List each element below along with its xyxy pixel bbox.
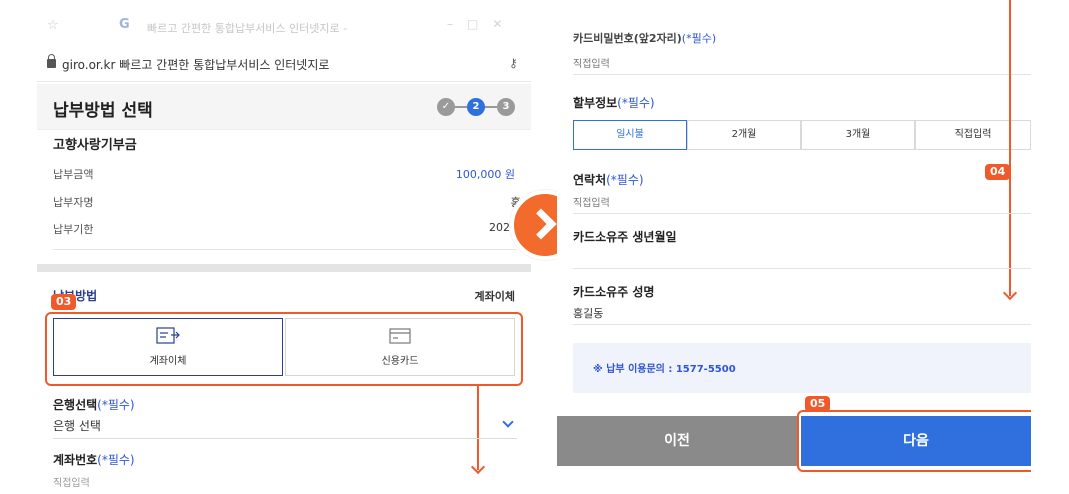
flow-arrow-line [477, 386, 479, 470]
installment-option-lump-sum[interactable]: 일시불 [573, 120, 687, 150]
section-divider [37, 264, 531, 272]
required-mark: (*필수) [97, 453, 135, 467]
contact-label-text: 연락처 [573, 173, 607, 187]
required-mark: (*필수) [681, 32, 717, 45]
favicon: G [119, 17, 130, 32]
right-screen: 카드비밀번호(앞2자리)(*필수) 직접입력 할부정보(*필수) 일시불 2개월… [557, 0, 1031, 494]
url-text: giro.or.kr 빠르고 간편한 통합납부서비스 인터넷지로 [62, 58, 330, 72]
chevron-down-icon[interactable] [502, 416, 514, 428]
required-mark: (*필수) [606, 173, 644, 187]
pin-icon[interactable]: ☆ [47, 18, 59, 33]
info-box: ※ 납부 이용문의 : 1577-5500 [573, 343, 1031, 393]
step-current: 2 [467, 98, 485, 116]
address-bar[interactable]: giro.or.kr 빠르고 간편한 통합납부서비스 인터넷지로 ⚷ [37, 48, 531, 82]
amount-label: 납부금액 [53, 168, 94, 181]
arrow-down-icon [470, 459, 486, 475]
credit-card-icon [389, 328, 411, 344]
payer-label: 납부자명 [53, 196, 94, 209]
installment-label: 할부정보(*필수) [573, 94, 655, 111]
flow-arrow-line [1009, 0, 1011, 296]
left-screen: ☆ G 빠르고 간편한 통합납부서비스 인터넷지로 - –□✕ giro.or.… [37, 8, 531, 494]
page-header: 납부방법 선택 ✓ 2 3 [37, 84, 531, 130]
option-credit-card[interactable]: 신용카드 [285, 318, 515, 376]
divider [53, 249, 517, 250]
installment-option-custom[interactable]: 직접입력 [915, 120, 1031, 150]
contact-label: 연락처(*필수) [573, 171, 644, 188]
birth-label: 카드소유주 생년월일 [573, 230, 677, 244]
payment-method-value: 계좌이체 [474, 290, 515, 303]
option-label: 계좌이체 [149, 356, 187, 367]
bank-label: 은행선택(*필수) [53, 396, 135, 413]
info-text: ※ 납부 이용문의 : 1577-5500 [593, 364, 736, 375]
window-title: 빠르고 간편한 통합납부서비스 인터넷지로 - [147, 22, 348, 35]
window-titlebar: ☆ G 빠르고 간편한 통합납부서비스 인터넷지로 - –□✕ [37, 8, 531, 48]
contact-input[interactable]: 직접입력 [573, 194, 610, 209]
chevron-right-icon [525, 208, 557, 240]
account-label: 계좌번호(*필수) [53, 451, 135, 468]
card-password-input[interactable]: 직접입력 [573, 55, 610, 70]
bank-transfer-icon [156, 327, 180, 344]
key-icon[interactable]: ⚷ [509, 56, 518, 70]
required-mark: (*필수) [97, 398, 135, 412]
step-badge-03: 03 [51, 294, 77, 310]
step-badge-04: 04 [985, 164, 1011, 180]
page-title: 납부방법 선택 [53, 101, 153, 121]
installment-option-3-months[interactable]: 3개월 [801, 120, 915, 150]
owner-input[interactable]: 홍길동 [573, 305, 603, 321]
divider [573, 213, 1031, 214]
amount-value: 100,000 원 [455, 168, 515, 181]
card-password-label-text: 카드비밀번호(앞2자리) [573, 32, 682, 45]
divider [573, 324, 1031, 325]
divider [573, 268, 1031, 269]
installment-option-2-months[interactable]: 2개월 [687, 120, 801, 150]
account-label-text: 계좌번호 [53, 453, 98, 467]
lock-icon [47, 54, 56, 68]
bank-select-underline [53, 438, 517, 439]
bank-label-text: 은행선택 [53, 398, 98, 412]
step-done-icon: ✓ [437, 98, 455, 116]
card-password-label: 카드비밀번호(앞2자리)(*필수) [573, 30, 716, 46]
required-mark: (*필수) [617, 96, 655, 110]
divider [573, 74, 1031, 75]
step-next: 3 [497, 98, 515, 116]
option-label: 신용카드 [381, 356, 419, 367]
prev-button[interactable]: 이전 [557, 416, 797, 466]
account-input[interactable]: 직접입력 [53, 474, 90, 489]
installment-label-text: 할부정보 [573, 96, 618, 110]
next-button-highlight [797, 410, 1031, 472]
due-label: 납부기한 [53, 223, 94, 236]
owner-label: 카드소유주 성명 [573, 285, 655, 299]
option-bank-transfer[interactable]: 계좌이체 [53, 318, 283, 376]
section-title: 고향사랑기부금 [53, 138, 137, 153]
window-controls[interactable]: –□✕ [447, 17, 516, 31]
arrow-down-icon [1002, 285, 1018, 301]
bank-select[interactable]: 은행 선택 [53, 417, 101, 434]
